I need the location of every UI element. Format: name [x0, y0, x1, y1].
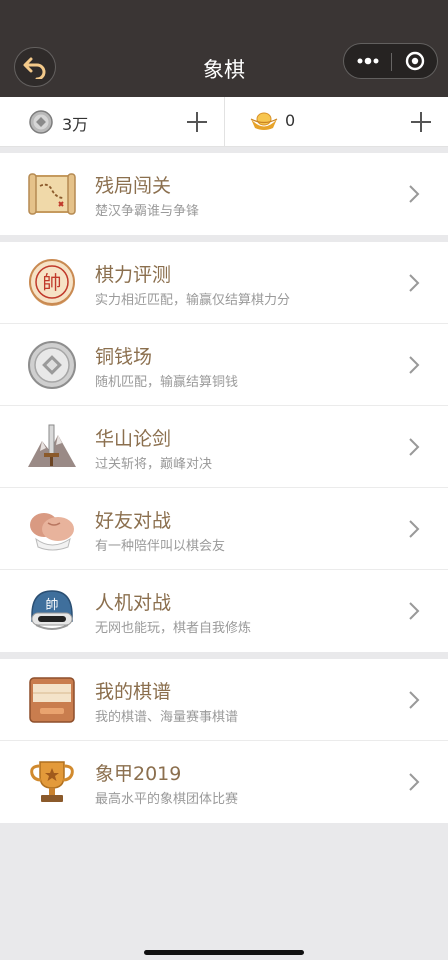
- chevron-right-icon: [409, 773, 420, 791]
- chevron-right-icon: [409, 185, 420, 203]
- more-button[interactable]: [344, 44, 391, 78]
- record-book-icon: [29, 677, 75, 723]
- menu-item-endgame[interactable]: 残局闯关 楚汉争霸谁与争锋: [0, 153, 448, 235]
- menu-item-subtitle: 无网也能玩，棋者自我修炼: [95, 621, 252, 636]
- menu-item-title: 铜钱场: [95, 346, 153, 368]
- menu-item-vs-ai[interactable]: 帥 人机对战 无网也能玩，棋者自我修炼: [0, 570, 448, 652]
- scroll-map-icon: [28, 173, 76, 215]
- top-bar: 象棋: [0, 0, 448, 97]
- menu-item-title: 华山论剑: [95, 428, 172, 450]
- robot-helmet-icon: 帥: [31, 590, 73, 630]
- more-dots-icon: [357, 57, 378, 65]
- menu-item-title: 象甲2019: [95, 763, 182, 785]
- menu-item-subtitle: 随机匹配，输赢结算铜钱: [95, 375, 239, 390]
- menu-item-title: 好友对战: [95, 510, 172, 532]
- menu-item-subtitle: 实力相近匹配，输赢仅结算棋力分: [95, 293, 291, 308]
- menu-item-huashan[interactable]: 华山论剑 过关斩将，巅峰对决: [0, 406, 448, 488]
- menu-item-league-2019[interactable]: 象甲2019 最高水平的象棋团体比赛: [0, 741, 448, 823]
- menu-item-subtitle: 有一种陪伴叫以棋会友: [95, 539, 226, 554]
- chevron-right-icon: [409, 274, 420, 292]
- menu-item-subtitle: 最高水平的象棋团体比赛: [95, 792, 239, 807]
- add-ingots-button[interactable]: [408, 109, 434, 135]
- silver-coin-icon: [29, 110, 53, 134]
- menu-item-subtitle: 楚汉争霸谁与争锋: [95, 204, 200, 219]
- ingot-amount: 0: [285, 111, 296, 130]
- menu-item-title: 棋力评测: [95, 264, 172, 286]
- mini-program-capsule: [343, 43, 438, 79]
- menu-item-friend-battle[interactable]: 好友对战 有一种陪伴叫以棋会友: [0, 488, 448, 570]
- coin-balance: 3万: [0, 97, 224, 147]
- menu-item-my-records[interactable]: 我的棋谱 我的棋谱、海量赛事棋谱: [0, 659, 448, 741]
- menu-item-title: 人机对战: [95, 592, 172, 614]
- coin-amount: 3万: [62, 115, 89, 134]
- menu-item-title: 我的棋谱: [95, 681, 172, 703]
- chevron-right-icon: [409, 520, 420, 538]
- menu-item-subtitle: 过关斩将，巅峰对决: [95, 457, 213, 472]
- chevron-right-icon: [409, 438, 420, 456]
- menu-item-subtitle: 我的棋谱、海量赛事棋谱: [95, 710, 239, 725]
- chevron-right-icon: [409, 602, 420, 620]
- menu-group-challenge: 残局闯关 楚汉争霸谁与争锋: [0, 153, 448, 235]
- chevron-right-icon: [409, 691, 420, 709]
- gold-ingot-icon: [250, 112, 278, 130]
- close-button[interactable]: [392, 44, 437, 78]
- chevron-right-icon: [409, 356, 420, 374]
- menu-item-title: 残局闯关: [95, 175, 172, 197]
- handshake-icon: [30, 513, 74, 551]
- copper-coin-icon: [28, 341, 76, 389]
- helmet-glyph: 帥: [45, 598, 58, 613]
- menu-group-records: 我的棋谱 我的棋谱、海量赛事棋谱 象甲2019 最高水平的象棋团体比赛: [0, 659, 448, 823]
- menu-item-copper-arena[interactable]: 铜钱场 随机匹配，输赢结算铜钱: [0, 324, 448, 406]
- menu-item-rating[interactable]: 帥 棋力评测 实力相近匹配，输赢仅结算棋力分: [0, 242, 448, 324]
- add-coins-button[interactable]: [184, 109, 210, 135]
- close-target-icon: [405, 51, 424, 71]
- home-indicator: [144, 950, 304, 955]
- currency-bar: 3万 0: [0, 97, 448, 147]
- trophy-icon: [30, 761, 74, 802]
- ingot-balance: 0: [224, 97, 448, 147]
- shuai-piece-icon: 帥: [29, 259, 75, 306]
- shuai-glyph: 帥: [42, 272, 61, 294]
- menu-group-battle: 帥 棋力评测 实力相近匹配，输赢仅结算棋力分 铜钱场 随机匹配，输赢结算铜钱 华…: [0, 242, 448, 652]
- sword-mountain-icon: [28, 424, 76, 467]
